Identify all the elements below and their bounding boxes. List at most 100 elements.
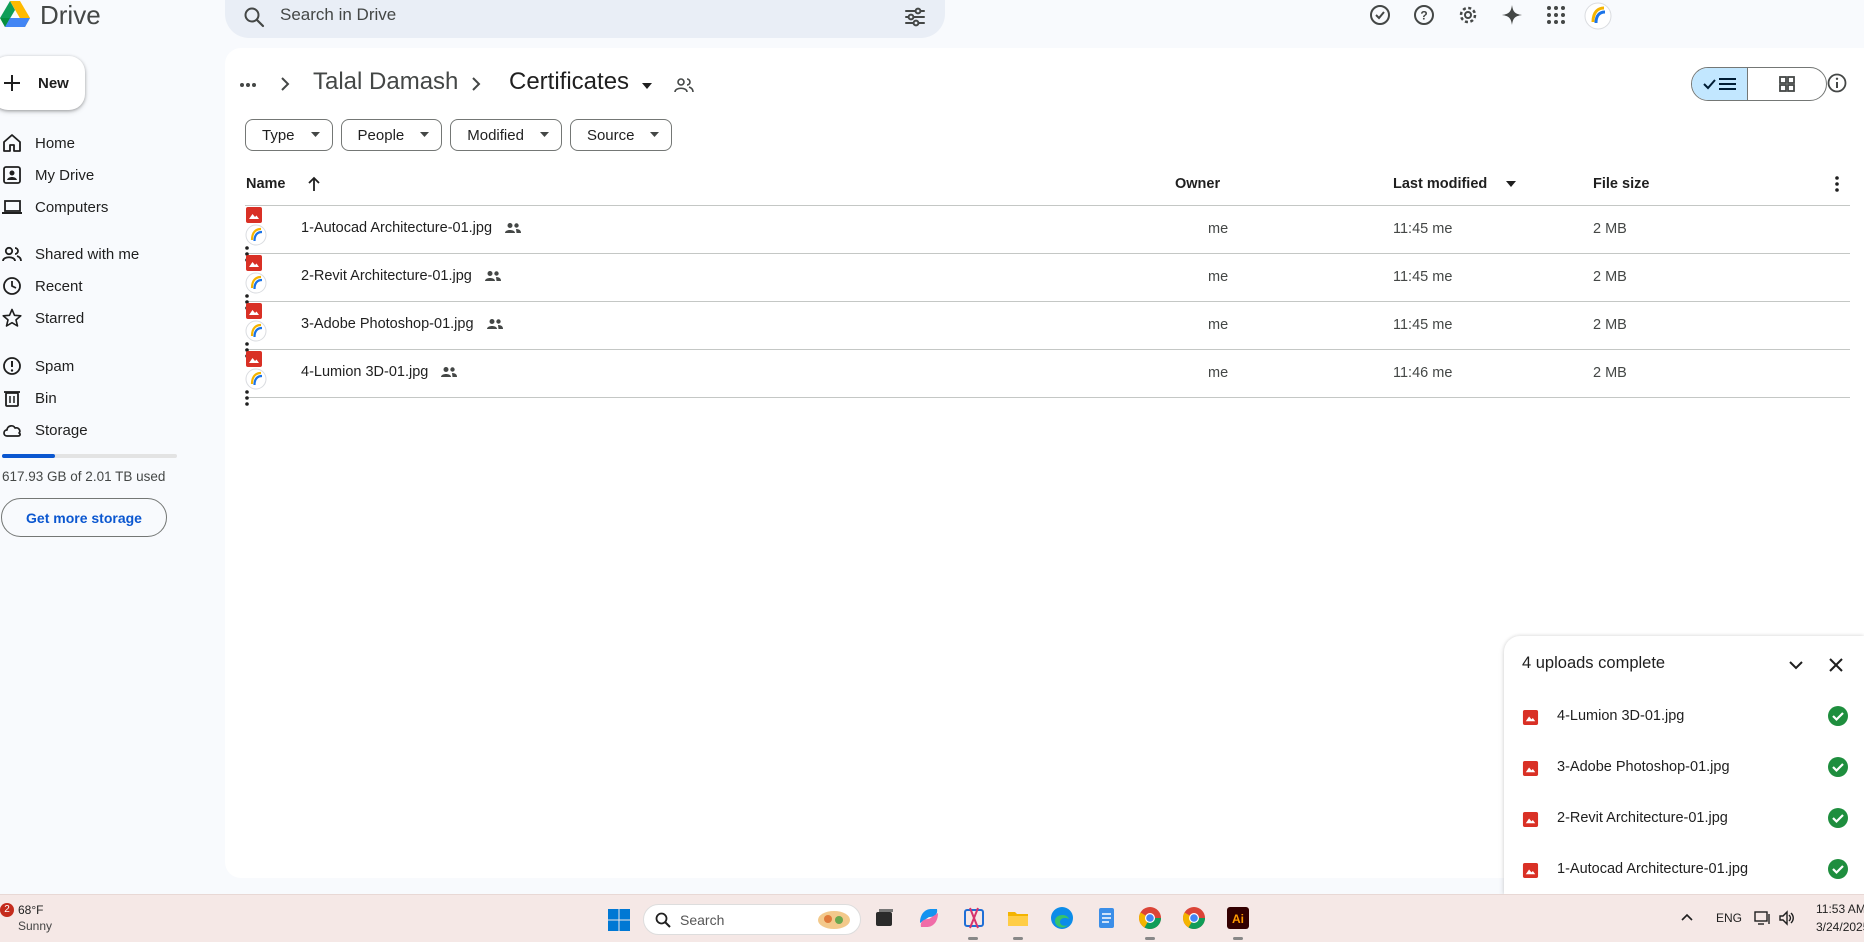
clock-date[interactable]: 3/24/2025 — [1816, 920, 1864, 934]
task-view-icon[interactable] — [871, 905, 897, 931]
grid-view-button[interactable] — [1748, 68, 1826, 100]
upload-item[interactable]: 3-Adobe Photoshop-01.jpg — [1504, 742, 1864, 793]
file-explorer-icon[interactable] — [1005, 905, 1031, 931]
settings-gear-icon[interactable] — [1456, 3, 1480, 27]
notepad-icon[interactable] — [1093, 905, 1119, 931]
sidebar-item-label: Bin — [35, 389, 57, 407]
sidebar-item-starred[interactable]: Starred — [0, 303, 220, 333]
sidebar-item-label: Computers — [35, 198, 109, 216]
file-name[interactable]: 2-Revit Architecture-01.jpg — [301, 268, 502, 284]
list-view-button[interactable] — [1692, 68, 1748, 100]
clock-time[interactable]: 11:53 AM — [1816, 902, 1864, 916]
column-header-owner[interactable]: Owner — [1175, 176, 1220, 192]
cloud-icon — [3, 424, 21, 437]
file-size: 2 MB — [1593, 317, 1627, 333]
last-modified: 11:45 me — [1393, 221, 1453, 237]
adobe-illustrator-icon[interactable]: Ai — [1225, 905, 1251, 931]
table-row[interactable]: 2-Revit Architecture-01.jpg me 11:45 me … — [245, 254, 1850, 310]
file-name[interactable]: 3-Adobe Photoshop-01.jpg — [301, 316, 504, 332]
more-breadcrumbs-icon[interactable] — [239, 82, 257, 88]
new-button[interactable]: New — [0, 56, 85, 110]
sidebar-item-recent[interactable]: Recent — [0, 271, 220, 301]
breadcrumb-parent[interactable]: Talal Damash — [313, 68, 458, 96]
apps-grid-icon[interactable] — [1544, 3, 1568, 27]
file-name[interactable]: 4-Lumion 3D-01.jpg — [301, 364, 458, 380]
table-row[interactable]: 3-Adobe Photoshop-01.jpg me 11:45 me 2 M… — [245, 302, 1850, 358]
sidebar-item-shared-with-me[interactable]: Shared with me — [0, 239, 220, 269]
search-icon[interactable] — [242, 5, 266, 29]
app-running-indicator — [1233, 937, 1243, 940]
search-icon — [655, 912, 671, 928]
account-avatar[interactable] — [1584, 2, 1612, 30]
sidebar-item-spam[interactable]: Spam — [0, 351, 220, 381]
chrome-browser-icon[interactable] — [1181, 905, 1207, 931]
column-header-last-modified[interactable]: Last modified — [1393, 176, 1487, 192]
image-file-icon — [1522, 760, 1539, 777]
dropdown-caret-icon — [310, 132, 320, 137]
copilot-icon[interactable] — [916, 905, 942, 931]
sort-ascending-arrow-icon[interactable] — [307, 176, 321, 192]
get-more-storage-button[interactable]: Get more storage — [1, 498, 167, 537]
filter-type[interactable]: Type — [245, 119, 333, 151]
info-icon[interactable] — [1826, 72, 1848, 94]
chevron-down-icon[interactable] — [1787, 656, 1805, 674]
search-options-icon[interactable] — [903, 5, 927, 29]
show-hidden-icons-chevron-icon[interactable] — [1680, 910, 1694, 924]
network-icon[interactable] — [1754, 910, 1772, 926]
filter-source[interactable]: Source — [569, 119, 673, 151]
drive-logo[interactable]: Drive — [0, 0, 101, 30]
dropdown-caret-icon — [420, 132, 430, 137]
snipping-tool-icon[interactable] — [961, 905, 987, 931]
sidebar-item-computers[interactable]: Computers — [0, 192, 220, 222]
filter-modified[interactable]: Modified — [450, 119, 562, 151]
storage-usage-bar — [2, 454, 177, 458]
input-language[interactable]: ENG — [1716, 911, 1742, 925]
owner-name: me — [1208, 221, 1229, 237]
chrome-browser-icon[interactable] — [1137, 905, 1163, 931]
offline-ready-icon[interactable] — [1368, 3, 1392, 27]
file-size: 2 MB — [1593, 221, 1627, 237]
chevron-right-icon — [472, 77, 481, 91]
search-input[interactable]: Search in Drive — [280, 5, 396, 25]
upload-item[interactable]: 4-Lumion 3D-01.jpg — [1504, 691, 1864, 742]
more-actions-icon[interactable] — [245, 390, 249, 406]
upload-complete-check-icon — [1828, 808, 1848, 828]
more-vert-icon[interactable] — [1835, 176, 1839, 192]
sidebar-item-storage[interactable]: Storage — [0, 415, 220, 445]
sidebar-item-label: Starred — [35, 309, 85, 327]
help-icon[interactable]: ? — [1412, 3, 1436, 27]
close-icon[interactable] — [1827, 656, 1845, 674]
filter-label: Source — [586, 126, 635, 144]
filter-label: Modified — [467, 126, 524, 144]
sidebar-item-label: Home — [35, 134, 76, 152]
search-bar[interactable]: Search in Drive — [225, 0, 945, 38]
shared-with-me-icon — [2, 246, 22, 262]
column-header-file-size[interactable]: File size — [1593, 176, 1649, 192]
filter-chips: Type People Modified Source — [245, 119, 673, 151]
taskbar-search[interactable]: Search — [643, 904, 861, 935]
file-name[interactable]: 1-Autocad Architecture-01.jpg — [301, 220, 522, 236]
sidebar-item-bin[interactable]: Bin — [0, 383, 220, 413]
upload-file-name: 1-Autocad Architecture-01.jpg — [1557, 861, 1749, 877]
table-row[interactable]: 4-Lumion 3D-01.jpg me 11:46 me 2 MB — [245, 350, 1850, 406]
sidebar-item-home[interactable]: Home — [0, 128, 220, 158]
sidebar-item-label: My Drive — [35, 166, 95, 184]
volume-icon[interactable] — [1778, 910, 1796, 926]
image-file-icon — [1522, 811, 1539, 828]
gemini-sparkle-icon[interactable] — [1500, 3, 1524, 27]
table-row[interactable]: 1-Autocad Architecture-01.jpg me 11:45 m… — [245, 206, 1850, 262]
edge-browser-icon[interactable] — [1049, 905, 1075, 931]
breadcrumb-current-folder[interactable]: Certificates — [509, 68, 629, 96]
owner-avatar — [245, 368, 267, 390]
filter-people[interactable]: People — [340, 119, 443, 151]
sidebar-item-my-drive[interactable]: My Drive — [0, 160, 220, 190]
folder-menu-caret-icon[interactable] — [641, 82, 653, 90]
upload-item[interactable]: 2-Revit Architecture-01.jpg — [1504, 793, 1864, 844]
sort-caret-icon[interactable] — [1506, 181, 1516, 187]
upload-item[interactable]: 1-Autocad Architecture-01.jpg — [1504, 844, 1864, 894]
windows-start-icon[interactable] — [607, 908, 631, 932]
owner-avatar — [245, 320, 267, 342]
file-name-text: 1-Autocad Architecture-01.jpg — [301, 220, 493, 236]
upload-complete-check-icon — [1828, 859, 1848, 879]
column-header-name[interactable]: Name — [246, 176, 286, 192]
